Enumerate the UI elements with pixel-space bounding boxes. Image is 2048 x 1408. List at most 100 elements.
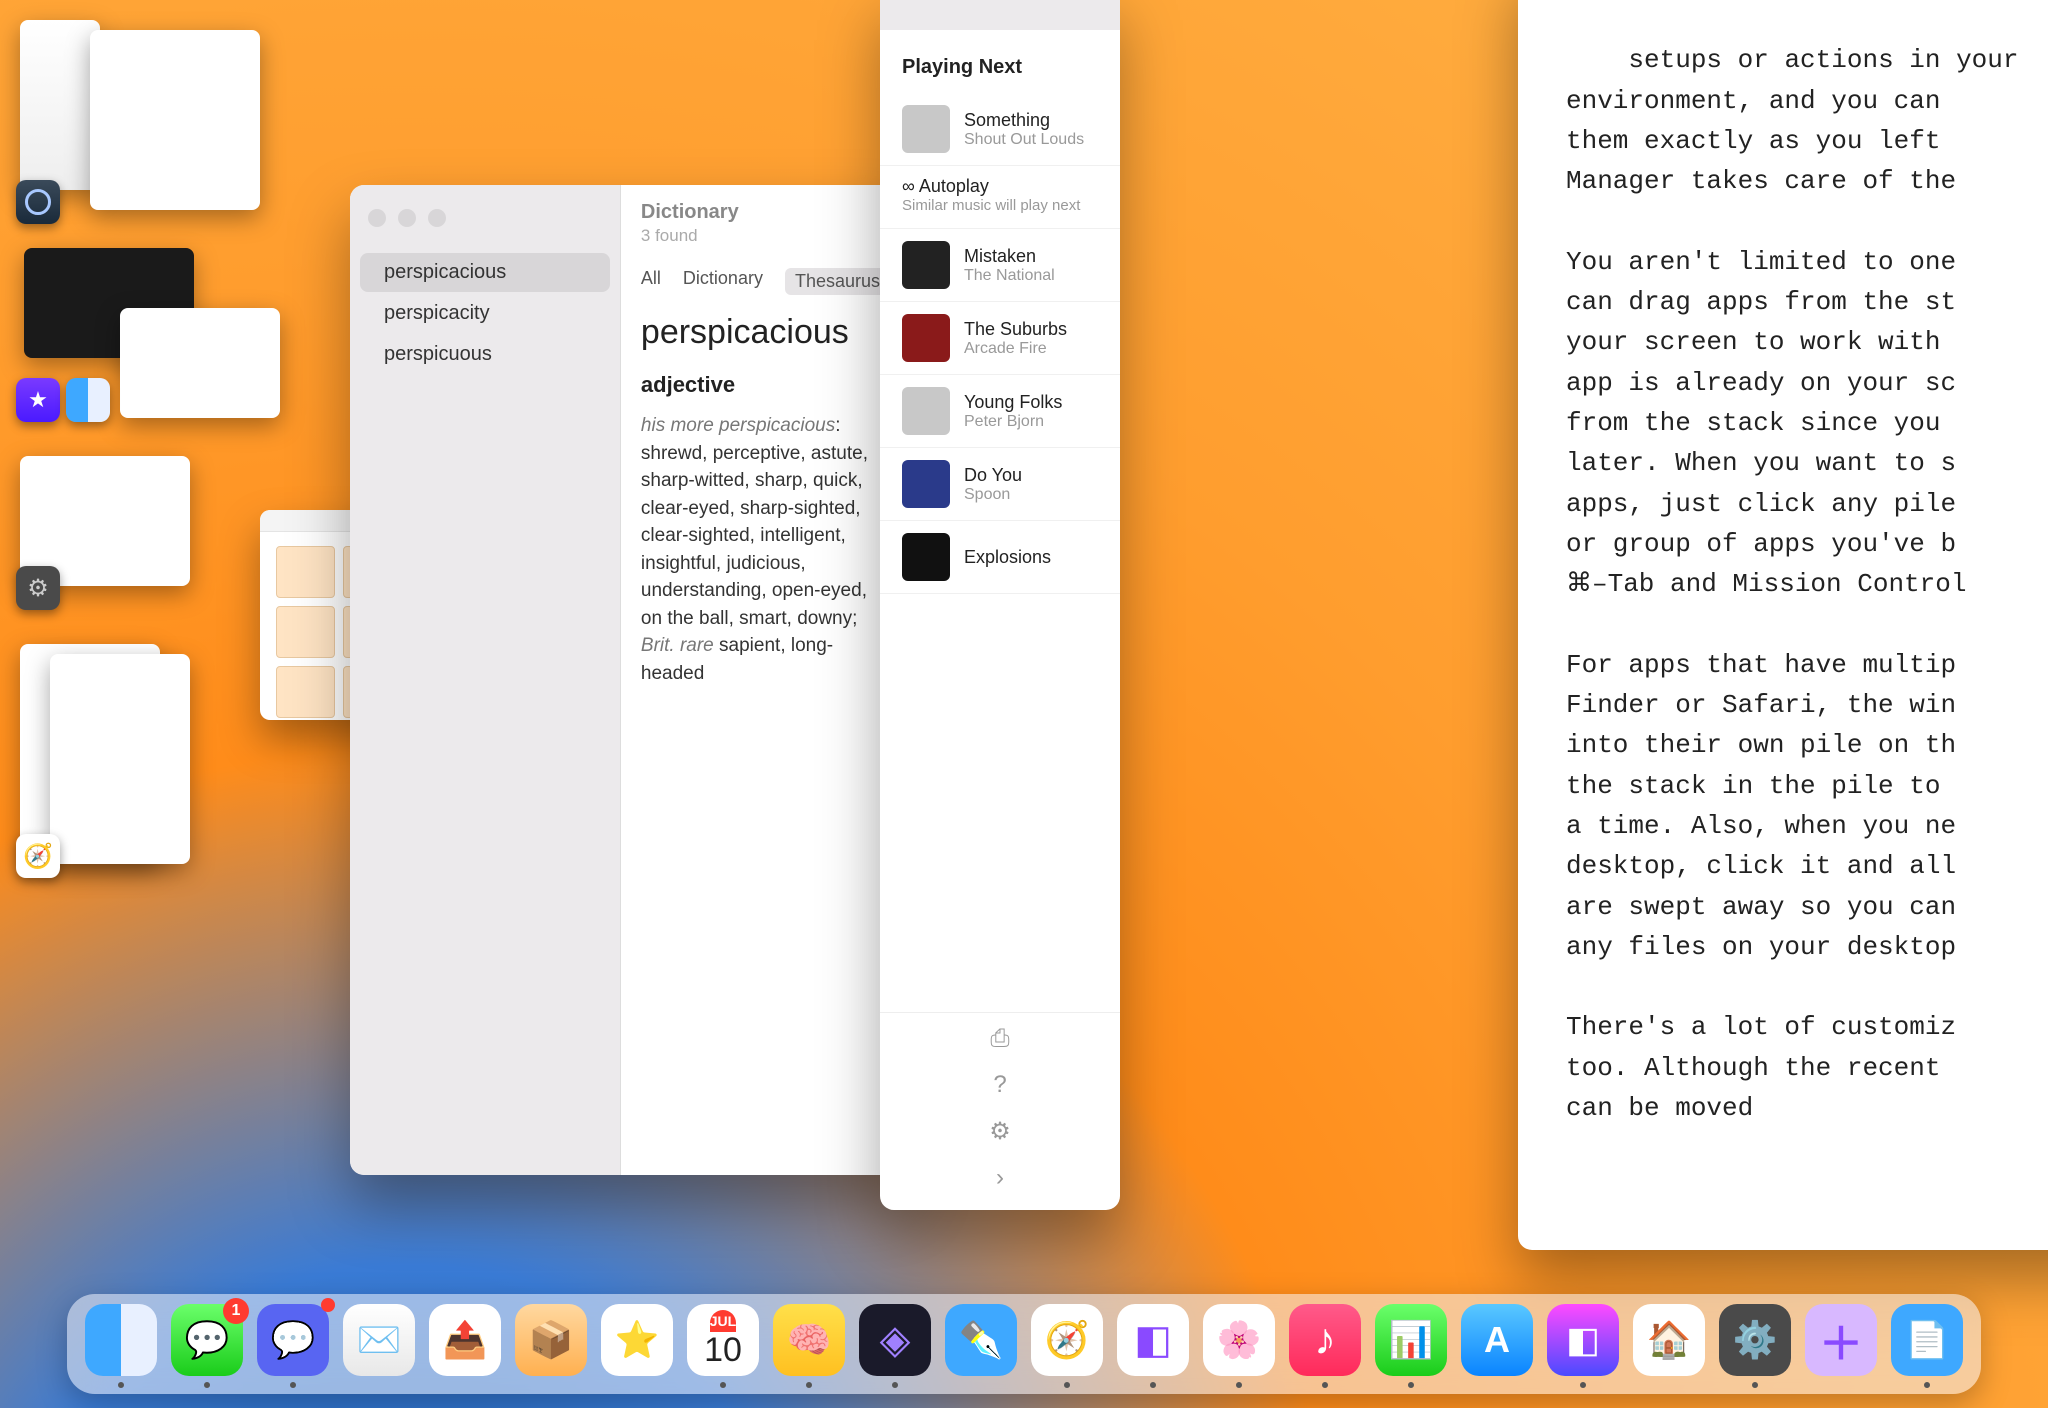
album-art bbox=[902, 105, 950, 153]
dock-obsidian[interactable] bbox=[859, 1304, 931, 1376]
dock: 1 JUL10 bbox=[67, 1294, 1981, 1394]
running-indicator bbox=[1408, 1382, 1414, 1388]
dictionary-window[interactable]: perspicaciousperspicacityperspicuous Dic… bbox=[350, 185, 910, 1175]
dock-app-store[interactable] bbox=[1461, 1304, 1533, 1376]
track-artist: Spoon bbox=[964, 486, 1022, 504]
dock-brain-app[interactable] bbox=[773, 1304, 845, 1376]
calendar-month: JUL bbox=[710, 1310, 736, 1332]
dock-calendar[interactable]: JUL10 bbox=[687, 1304, 759, 1376]
autoplay-title: ∞ Autoplay bbox=[902, 176, 1098, 197]
dock-send[interactable] bbox=[429, 1304, 501, 1376]
window-traffic-lights[interactable] bbox=[350, 199, 620, 251]
track-row[interactable]: The SuburbsArcade Fire bbox=[880, 302, 1120, 375]
dictionary-pos: adjective bbox=[641, 372, 890, 398]
dock-feather-app[interactable] bbox=[945, 1304, 1017, 1376]
dock-photos[interactable] bbox=[1203, 1304, 1275, 1376]
dictionary-tab[interactable]: All bbox=[641, 268, 661, 295]
textedit-window[interactable]: setups or actions in your environment, a… bbox=[1518, 0, 2048, 1250]
dictionary-sidebar: perspicaciousperspicacityperspicuous bbox=[350, 185, 621, 1175]
dock-music[interactable] bbox=[1289, 1304, 1361, 1376]
desktop: perspicaciousperspicacityperspicuous Dic… bbox=[0, 0, 2048, 1408]
dock-star-app[interactable] bbox=[601, 1304, 673, 1376]
running-indicator bbox=[1752, 1382, 1758, 1388]
gear-icon[interactable]: ⚙ bbox=[989, 1117, 1011, 1146]
stage-manager-strip bbox=[10, 20, 290, 912]
running-indicator bbox=[1322, 1382, 1328, 1388]
zoom-icon[interactable] bbox=[428, 209, 446, 227]
calendar-day: 10 bbox=[704, 1332, 742, 1369]
stage-group-4[interactable] bbox=[10, 644, 290, 884]
running-indicator bbox=[1924, 1382, 1930, 1388]
running-indicator bbox=[1580, 1382, 1586, 1388]
dictionary-result-item[interactable]: perspicuous bbox=[360, 335, 610, 374]
album-art bbox=[902, 241, 950, 289]
close-icon[interactable] bbox=[368, 209, 386, 227]
track-row[interactable]: SomethingShout Out Louds bbox=[880, 93, 1120, 166]
track-title: Mistaken bbox=[964, 246, 1055, 267]
dictionary-title: Dictionary bbox=[641, 201, 890, 224]
music-footer-tools: ⎙ ? ⚙ › bbox=[880, 1012, 1120, 1210]
track-artist: Peter Bjorn bbox=[964, 413, 1062, 431]
music-queue-panel[interactable]: Playing Next SomethingShout Out Louds ∞ … bbox=[880, 0, 1120, 1210]
dock-finder[interactable] bbox=[85, 1304, 157, 1376]
quicktime-icon bbox=[16, 180, 60, 224]
stage-group-1[interactable] bbox=[10, 20, 290, 220]
imovie-icon bbox=[16, 378, 60, 422]
stage-group-3[interactable] bbox=[10, 456, 290, 616]
autoplay-section[interactable]: ∞ Autoplay Similar music will play next bbox=[880, 166, 1120, 229]
dock-home[interactable] bbox=[1633, 1304, 1705, 1376]
playing-next-header: Playing Next bbox=[880, 38, 1120, 93]
running-indicator bbox=[1150, 1382, 1156, 1388]
min-icon[interactable] bbox=[398, 209, 416, 227]
track-title: The Suburbs bbox=[964, 319, 1067, 340]
running-indicator bbox=[1236, 1382, 1242, 1388]
track-artist: Arcade Fire bbox=[964, 340, 1067, 358]
track-title: Something bbox=[964, 110, 1084, 131]
running-indicator bbox=[204, 1382, 210, 1388]
running-indicator bbox=[118, 1382, 124, 1388]
dock-shortcuts[interactable] bbox=[1547, 1304, 1619, 1376]
album-art bbox=[902, 387, 950, 435]
dock-discord[interactable] bbox=[257, 1304, 329, 1376]
document-body[interactable]: setups or actions in your environment, a… bbox=[1566, 45, 2019, 1123]
dock-mail[interactable] bbox=[343, 1304, 415, 1376]
dock-pages[interactable] bbox=[1891, 1304, 1963, 1376]
track-row[interactable]: Young FolksPeter Bjorn bbox=[880, 375, 1120, 448]
running-indicator bbox=[720, 1382, 726, 1388]
help-icon[interactable]: ? bbox=[993, 1071, 1006, 1099]
dock-system-settings[interactable] bbox=[1719, 1304, 1791, 1376]
dock-freeform[interactable] bbox=[1805, 1304, 1877, 1376]
dictionary-example: his more perspicacious bbox=[641, 415, 835, 436]
track-row[interactable]: Explosions bbox=[880, 521, 1120, 594]
track-title: Do You bbox=[964, 465, 1022, 486]
chevron-right-icon[interactable]: › bbox=[996, 1164, 1004, 1192]
dock-messages[interactable]: 1 bbox=[171, 1304, 243, 1376]
track-row[interactable]: Do YouSpoon bbox=[880, 448, 1120, 521]
music-titlebar[interactable] bbox=[880, 0, 1120, 30]
safari-icon bbox=[16, 834, 60, 878]
album-art bbox=[902, 533, 950, 581]
dock-package[interactable] bbox=[515, 1304, 587, 1376]
dictionary-definition: his more perspicacious: shrewd, percepti… bbox=[641, 412, 890, 687]
album-art bbox=[902, 460, 950, 508]
dock-numbers[interactable] bbox=[1375, 1304, 1447, 1376]
dictionary-tab[interactable]: Dictionary bbox=[683, 268, 763, 295]
dock-craft[interactable] bbox=[1117, 1304, 1189, 1376]
running-indicator bbox=[290, 1382, 296, 1388]
dictionary-result-item[interactable]: perspicacious bbox=[360, 253, 610, 292]
badge: 1 bbox=[223, 1298, 249, 1324]
album-art bbox=[902, 314, 950, 362]
dock-safari[interactable] bbox=[1031, 1304, 1103, 1376]
finder-icon bbox=[66, 378, 110, 422]
running-indicator bbox=[806, 1382, 812, 1388]
dictionary-main: Dictionary 3 found AllDictionaryThesauru… bbox=[621, 185, 910, 1175]
badge bbox=[321, 1298, 335, 1312]
stage-group-2[interactable] bbox=[10, 248, 290, 428]
dictionary-tabs: All Dictionary Thesaurus bbox=[641, 268, 890, 295]
track-artist: Shout Out Louds bbox=[964, 131, 1084, 149]
dictionary-result-item[interactable]: perspicacity bbox=[360, 294, 610, 333]
lyrics-icon[interactable]: ⎙ bbox=[990, 1025, 1009, 1053]
track-row[interactable]: MistakenThe National bbox=[880, 229, 1120, 302]
dictionary-tab[interactable]: Thesaurus bbox=[785, 268, 890, 295]
settings-icon bbox=[16, 566, 60, 610]
